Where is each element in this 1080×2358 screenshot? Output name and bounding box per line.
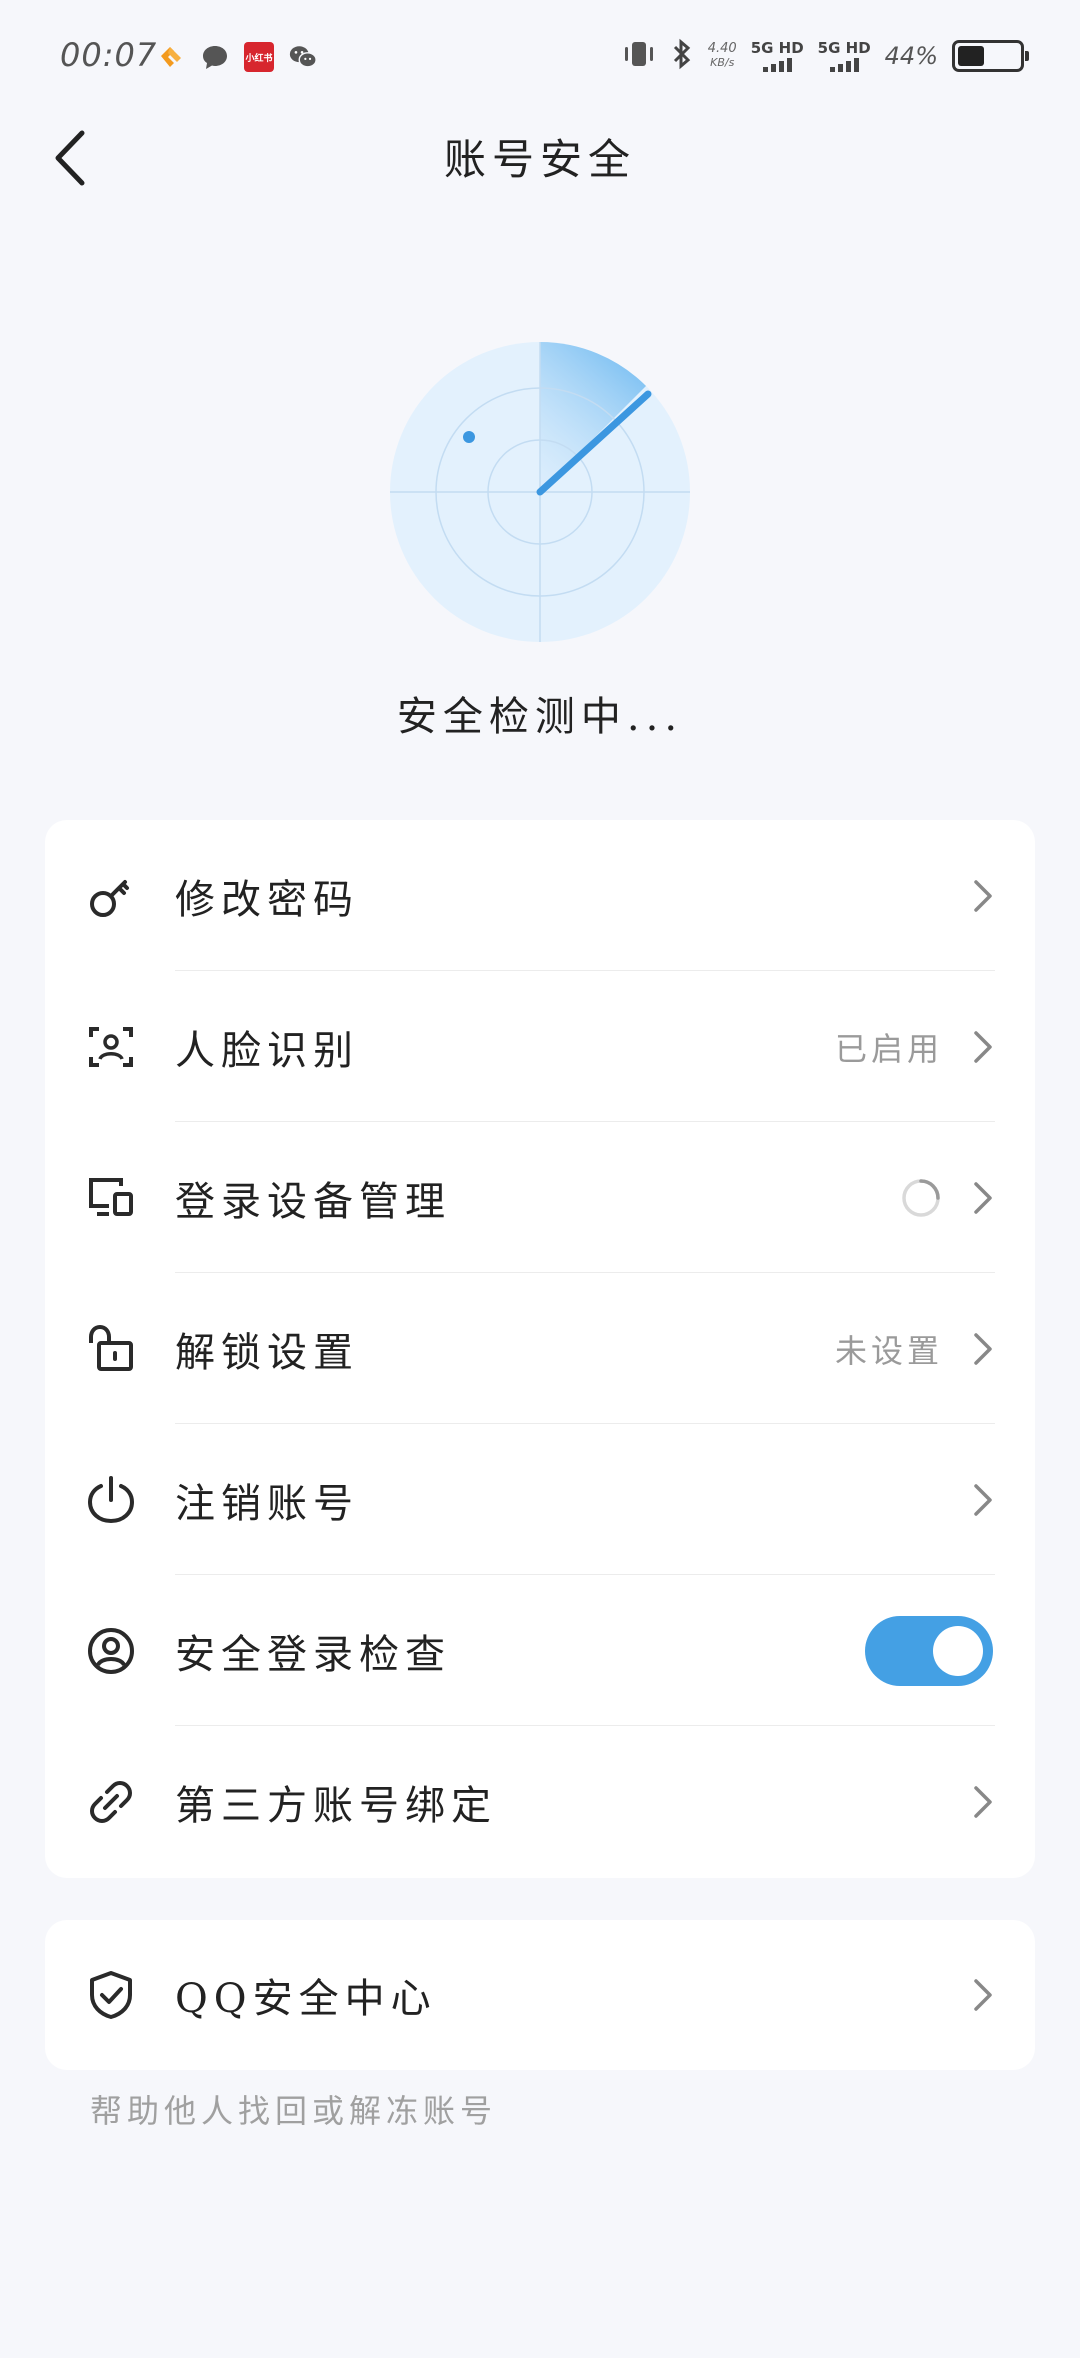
devices-icon	[85, 1172, 137, 1224]
face-recognition-label: 人脸识别	[175, 1027, 359, 1074]
safe-login-check-row: 安全登录检查	[45, 1575, 1035, 1726]
user-circle-icon	[85, 1625, 137, 1677]
qq-security-card: QQ安全中心	[45, 1920, 1035, 2070]
face-scan-icon	[85, 1021, 137, 1073]
qq-security-center-row[interactable]: QQ安全中心	[45, 1920, 1035, 2070]
unlock-settings-row[interactable]: 解锁设置 未设置	[45, 1273, 1035, 1424]
face-recognition-status: 已启用	[834, 1029, 943, 1068]
key-icon	[85, 870, 137, 922]
network-speed-unit: KB/s	[710, 56, 735, 69]
wechat-icon	[288, 42, 318, 72]
sim2-signal: 5G HD	[818, 40, 871, 72]
network-speed: 4.40 KB/s	[708, 42, 737, 70]
chevron-right-icon	[974, 1979, 992, 2011]
sim2-bars-icon	[829, 58, 859, 72]
sim1-label: 5G HD	[750, 39, 804, 57]
battery-fill	[958, 46, 985, 66]
cancel-account-label: 注销账号	[175, 1480, 359, 1527]
vibrate-icon	[622, 39, 656, 73]
chevron-right-icon	[974, 879, 992, 912]
third-party-binding-row[interactable]: 第三方账号绑定	[45, 1726, 1035, 1877]
status-indicators: 4.40 KB/s 5G HD 5G HD 44%	[622, 36, 1029, 76]
bluetooth-icon	[670, 38, 694, 74]
heart-app-icon	[156, 42, 186, 72]
unlock-settings-label: 解锁设置	[175, 1329, 359, 1376]
power-icon	[85, 1474, 137, 1526]
notification-icons: 小红书	[156, 42, 318, 72]
link-icon	[85, 1776, 137, 1828]
chevron-right-icon	[974, 1030, 992, 1063]
change-password-row[interactable]: 修改密码	[45, 820, 1035, 971]
network-speed-value: 4.40	[707, 41, 737, 56]
face-recognition-row[interactable]: 人脸识别 已启用	[45, 971, 1035, 1122]
xiaohongshu-app-icon: 小红书	[244, 42, 274, 72]
sim2-label: 5G HD	[817, 39, 871, 57]
sim1-signal: 5G HD	[751, 40, 804, 72]
device-management-row[interactable]: 登录设备管理	[45, 1122, 1035, 1273]
device-management-label: 登录设备管理	[175, 1178, 451, 1225]
qq-security-center-label: QQ安全中心	[175, 1976, 437, 2022]
shield-check-icon	[85, 1969, 137, 2021]
unlock-icon	[85, 1323, 137, 1375]
battery-percent: 44%	[884, 42, 938, 70]
security-settings-card: 修改密码 人脸识别 已启用 登录设备管理 解锁设置 未设置 注销账号 安全登录检…	[45, 820, 1035, 1878]
cancel-account-row[interactable]: 注销账号	[45, 1424, 1035, 1575]
status-time: 00:07	[60, 36, 158, 74]
battery-icon	[952, 40, 1029, 72]
safe-login-check-label: 安全登录检查	[175, 1631, 451, 1678]
status-bar: 00:07 小红书 4.40 KB/s 5G HD 5G HD 44%	[0, 0, 1080, 120]
chevron-right-icon	[974, 1483, 992, 1516]
change-password-label: 修改密码	[175, 876, 359, 923]
help-recover-account-link[interactable]: 帮助他人找回或解冻账号	[90, 2086, 497, 2132]
safe-login-check-toggle[interactable]	[865, 1615, 993, 1686]
sim1-bars-icon	[762, 58, 792, 72]
unlock-settings-status: 未设置	[834, 1331, 943, 1370]
chevron-right-icon	[974, 1785, 992, 1818]
radar-blip	[463, 431, 475, 443]
chevron-right-icon	[974, 1181, 992, 1214]
message-bubble-icon	[200, 42, 230, 72]
third-party-binding-label: 第三方账号绑定	[175, 1782, 497, 1829]
security-scan-radar	[390, 342, 690, 642]
page-title: 账号安全	[443, 135, 636, 184]
scan-status-text: 安全检测中...	[396, 694, 684, 740]
loading-spinner-icon	[902, 1178, 940, 1217]
chevron-right-icon	[974, 1332, 992, 1365]
toggle-knob	[933, 1625, 983, 1676]
